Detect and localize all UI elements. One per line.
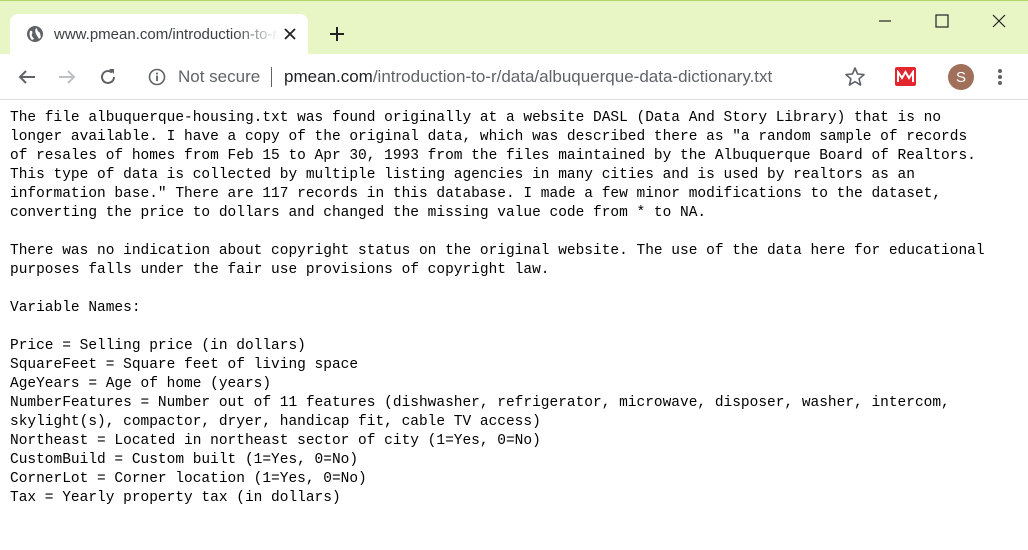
text-line: information base." There are 117 records… <box>10 186 942 202</box>
reload-icon[interactable] <box>96 65 120 89</box>
text-line <box>10 318 1020 337</box>
url-text[interactable]: pmean.com/introduction-to-r/data/albuque… <box>284 67 772 87</box>
text-line: purposes falls under the fair use provis… <box>10 262 550 278</box>
star-icon[interactable] <box>844 66 866 88</box>
extension-icon[interactable] <box>895 67 916 86</box>
forward-arrow-icon[interactable] <box>55 65 79 89</box>
text-line: longer available. I have a copy of the o… <box>10 129 968 145</box>
more-vert-icon[interactable] <box>992 65 1008 89</box>
browser-tab[interactable]: www.pmean.com/introduction-to-r/data/alb… <box>10 14 308 55</box>
text-line <box>10 280 1020 299</box>
plus-icon[interactable] <box>326 23 348 45</box>
globe-icon <box>26 25 44 43</box>
text-line: CornerLot = Corner location (1=Yes, 0=No… <box>10 471 367 487</box>
text-line: Tax = Yearly property tax (in dollars) <box>10 490 341 506</box>
text-line: NumberFeatures = Number out of 11 featur… <box>10 395 950 411</box>
info-icon[interactable] <box>148 68 166 86</box>
close-icon[interactable] <box>282 26 298 42</box>
maximize-icon[interactable] <box>927 9 957 33</box>
text-line: skylight(s), compactor, dryer, handicap … <box>10 414 541 430</box>
security-status: Not secure <box>178 67 261 86</box>
text-line: The file albuquerque-housing.txt was fou… <box>10 110 942 126</box>
text-line: There was no indication about copyright … <box>10 243 985 259</box>
text-line: Variable Names: <box>10 300 141 316</box>
text-line: AgeYears = Age of home (years) <box>10 376 272 392</box>
avatar[interactable]: S <box>948 64 974 90</box>
text-line: CustomBuild = Custom built (1=Yes, 0=No) <box>10 452 359 468</box>
text-line <box>10 223 1020 242</box>
text-line: Northeast = Located in northeast sector … <box>10 433 541 449</box>
text-line: This type of data is collected by multip… <box>10 167 915 183</box>
address-bar[interactable]: Not secure pmean.com/introduction-to-r/d… <box>140 61 880 93</box>
tab-title: www.pmean.com/introduction-to-r/data/alb… <box>54 26 280 43</box>
text-line: converting the price to dollars and chan… <box>10 205 707 221</box>
text-line: of resales of homes from Feb 15 to Apr 3… <box>10 148 976 164</box>
back-arrow-icon[interactable] <box>15 65 39 89</box>
minimize-icon[interactable] <box>870 9 900 33</box>
text-line: SquareFeet = Square feet of living space <box>10 357 359 373</box>
document-text: The file albuquerque-housing.txt was fou… <box>10 109 1020 508</box>
omnibox-separator <box>271 67 272 87</box>
browser-toolbar: Not secure pmean.com/introduction-to-r/d… <box>0 54 1028 100</box>
url-path: /introduction-to-r/data/albuquerque-data… <box>372 67 773 86</box>
url-host: pmean.com <box>284 67 373 86</box>
text-line: Price = Selling price (in dollars) <box>10 338 306 354</box>
tab-strip: www.pmean.com/introduction-to-r/data/alb… <box>0 0 1028 55</box>
window-close-icon[interactable] <box>984 9 1014 33</box>
